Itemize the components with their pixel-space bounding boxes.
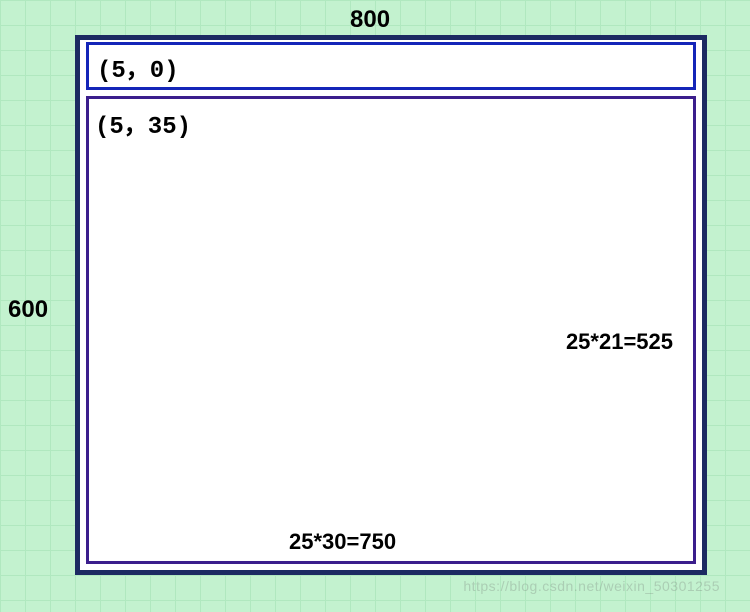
watermark-text: https://blog.csdn.net/weixin_50301255: [463, 578, 720, 594]
height-calculation-label: 25*21=525: [566, 329, 673, 355]
width-calculation-label: 25*30=750: [289, 529, 396, 555]
top-panel-box: (5，0): [86, 42, 696, 90]
main-panel-box: (5，35) 25*21=525 25*30=750: [86, 96, 696, 564]
height-dimension-label: 600: [8, 296, 48, 324]
width-dimension-label: 800: [350, 6, 390, 34]
main-panel-coord-label: (5，35): [95, 105, 191, 141]
top-panel-coord-label: (5，0): [97, 49, 179, 85]
outer-container-box: (5，0) (5，35) 25*21=525 25*30=750: [75, 35, 707, 575]
